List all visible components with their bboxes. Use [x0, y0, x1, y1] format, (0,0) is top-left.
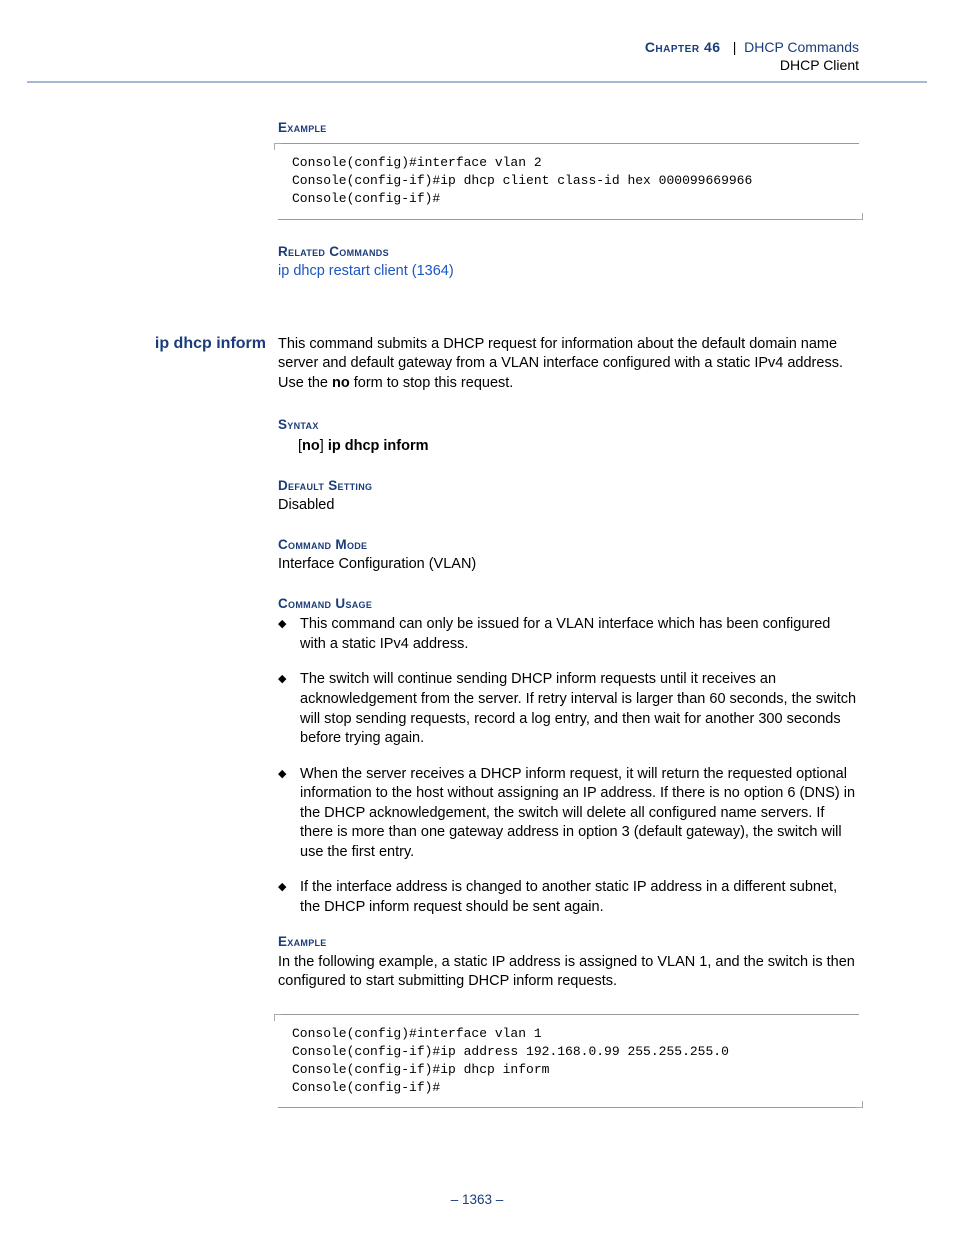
chapter-title: DHCP Commands — [744, 39, 859, 55]
default-setting-value: Disabled — [278, 497, 859, 513]
example-heading: Example — [278, 120, 859, 135]
related-command-link[interactable]: ip dhcp restart client (1364) — [278, 263, 859, 279]
command-usage-heading: Command Usage — [278, 596, 859, 611]
command-mode-heading: Command Mode — [278, 537, 859, 552]
syntax-no: no — [302, 438, 320, 454]
chapter-number: 46 — [704, 39, 721, 55]
usage-bullet: The switch will continue sending DHCP in… — [278, 670, 859, 748]
chapter-word: Chapter — [645, 39, 700, 55]
syntax-heading: Syntax — [278, 417, 859, 432]
chapter-subtitle: DHCP Client — [780, 57, 859, 73]
usage-bullet-list: This command can only be issued for a VL… — [278, 615, 859, 917]
syntax-line: [no] ip dhcp inform — [298, 438, 859, 454]
bracket-close: ] — [320, 438, 328, 454]
command-description: This command submits a DHCP request for … — [278, 335, 859, 394]
example-heading-2: Example — [278, 934, 859, 949]
page-header: Chapter 46 | DHCP Commands DHCP Client — [645, 38, 859, 74]
usage-bullet: This command can only be issued for a VL… — [278, 615, 859, 654]
header-rule — [27, 81, 927, 83]
example-code-block-2: Console(config)#interface vlan 1 Console… — [278, 1014, 859, 1109]
page-number: – 1363 – — [0, 1192, 954, 1207]
page-content: Example Console(config)#interface vlan 2… — [130, 120, 859, 1112]
usage-bullet: If the interface address is changed to a… — [278, 878, 859, 917]
usage-bullet: When the server receives a DHCP inform r… — [278, 765, 859, 863]
related-commands-heading: Related Commands — [278, 244, 859, 259]
chapter-label: Chapter 46 — [645, 39, 725, 55]
example-intro-text: In the following example, a static IP ad… — [278, 953, 859, 992]
command-name-heading: ip dhcp inform — [155, 335, 266, 352]
desc-bold: no — [332, 375, 350, 391]
syntax-cmd: ip dhcp inform — [328, 438, 429, 454]
command-mode-value: Interface Configuration (VLAN) — [278, 556, 859, 572]
separator: | — [733, 39, 737, 55]
desc-post: form to stop this request. — [350, 375, 514, 391]
default-setting-heading: Default Setting — [278, 478, 859, 493]
example-code-block: Console(config)#interface vlan 2 Console… — [278, 143, 859, 220]
